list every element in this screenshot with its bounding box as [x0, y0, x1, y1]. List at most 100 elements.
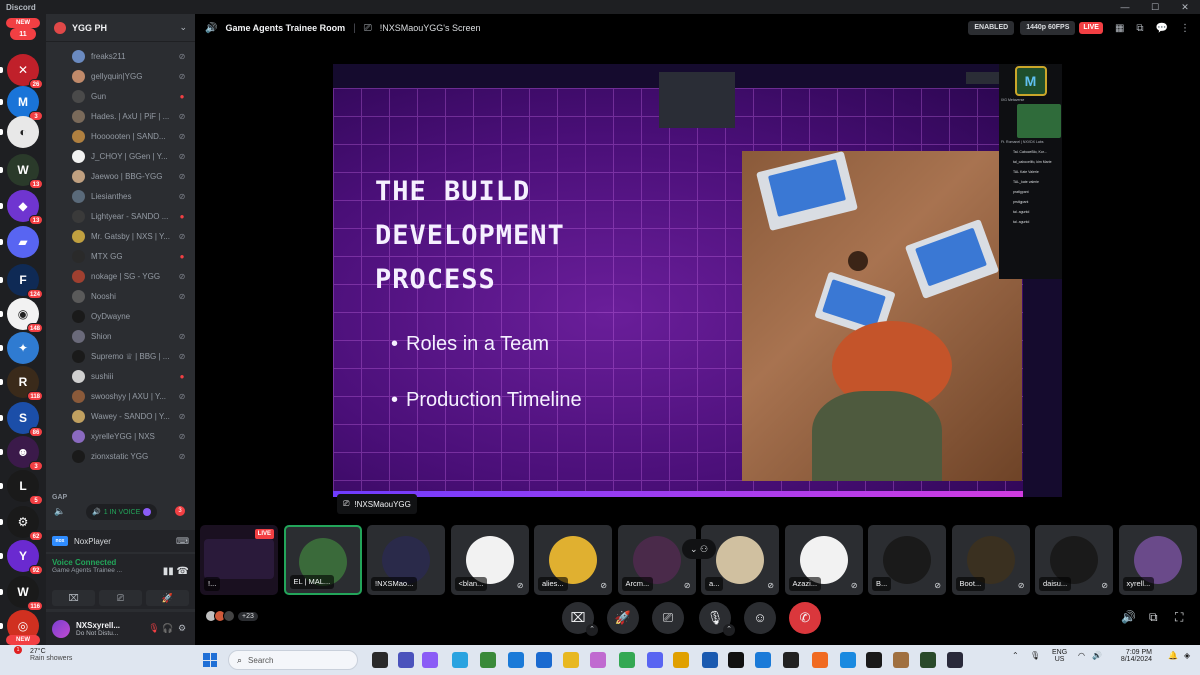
- language-indicator[interactable]: ENG US: [1052, 649, 1067, 663]
- mic-muted-icon[interactable]: 🎙: [147, 623, 161, 634]
- calculator-icon[interactable]: [755, 652, 771, 668]
- server-icon[interactable]: Y 92: [7, 540, 43, 575]
- in-voice-pill[interactable]: 🔊 1 IN VOICE: [86, 504, 158, 520]
- app-icon[interactable]: [590, 652, 606, 668]
- enabled-badge[interactable]: ENABLED: [968, 21, 1015, 35]
- server-icon[interactable]: ▰: [7, 226, 39, 258]
- server-icon[interactable]: S 86: [7, 402, 43, 437]
- server-icon[interactable]: W 116: [7, 576, 43, 611]
- start-button[interactable]: [203, 653, 217, 667]
- app-icon[interactable]: [893, 652, 909, 668]
- noxplayer-icon[interactable]: [866, 652, 882, 668]
- camera-off-button[interactable]: ⌧: [52, 590, 95, 606]
- volume-icon[interactable]: 🔊: [1121, 610, 1136, 624]
- voice-user[interactable]: Wawey - SANDO | Y... ⊘: [46, 406, 195, 426]
- activity-button[interactable]: 🚀: [146, 590, 189, 606]
- participant-tile[interactable]: a... ⊘: [701, 525, 779, 595]
- voice-user[interactable]: Gun ●: [46, 86, 195, 106]
- app-icon[interactable]: [920, 652, 936, 668]
- participant-tile[interactable]: B... ⊘: [868, 525, 946, 595]
- server-icon[interactable]: ◐: [7, 116, 39, 148]
- server-icon[interactable]: L5: [7, 470, 43, 505]
- server-header[interactable]: YGG PH ⌄: [46, 14, 195, 42]
- signal-icon[interactable]: ▮▮ ☎: [163, 566, 189, 577]
- participant-tile[interactable]: Boot... ⊘: [951, 525, 1030, 595]
- voice-user[interactable]: swooshyy | AXU | Y... ⊘: [46, 386, 195, 406]
- chevron-up-icon[interactable]: ⌃: [723, 624, 735, 636]
- participant-tile[interactable]: xyrell...: [1118, 525, 1197, 595]
- participant-tile[interactable]: daisu... ⊘: [1035, 525, 1113, 595]
- stream-view[interactable]: THE BUILD DEVELOPMENT PROCESS Roles in a…: [333, 64, 1062, 497]
- app-icon[interactable]: [783, 652, 799, 668]
- voice-user[interactable]: gellyquin|YGG ⊘: [46, 66, 195, 86]
- server-icon[interactable]: ✦: [7, 332, 39, 364]
- server-icon[interactable]: ◎ NEW: [6, 610, 40, 645]
- voice-user[interactable]: nokage | SG - YGG ⊘: [46, 266, 195, 286]
- epic-games-icon[interactable]: [728, 652, 744, 668]
- voice-user[interactable]: Liesianthes ⊘: [46, 186, 195, 206]
- participant-tile[interactable]: <blan... ⊘: [450, 525, 529, 595]
- controller-icon[interactable]: ⌨: [176, 536, 195, 547]
- popout-icon[interactable]: ⧉: [1149, 610, 1158, 625]
- gear-icon[interactable]: ⚙: [175, 623, 189, 634]
- server-icon[interactable]: F 124: [7, 264, 43, 299]
- weather-widget[interactable]: 1 27°C Rain showers: [8, 646, 72, 662]
- server-icon[interactable]: ◉ 148: [7, 298, 43, 333]
- volume-icon[interactable]: 🔊: [1092, 651, 1102, 660]
- teams-icon[interactable]: [398, 652, 414, 668]
- voice-user[interactable]: freaks211 ⊘: [46, 46, 195, 66]
- discord-icon[interactable]: [647, 652, 663, 668]
- screen-share-button[interactable]: ⎚: [99, 590, 142, 606]
- brave-icon[interactable]: [812, 652, 828, 668]
- voice-user[interactable]: sushiii ●: [46, 366, 195, 386]
- more-icon[interactable]: ⋮: [1180, 23, 1190, 34]
- app-icon[interactable]: [422, 652, 438, 668]
- wifi-icon[interactable]: ◠: [1078, 651, 1085, 660]
- app-icon[interactable]: [536, 652, 552, 668]
- category-gap[interactable]: GAP: [52, 494, 67, 501]
- server-icon[interactable]: ☻ 3: [7, 436, 43, 471]
- mail-icon[interactable]: [508, 652, 524, 668]
- expand-participants-button[interactable]: ⌄ ⚇: [682, 539, 716, 559]
- chat-icon[interactable]: 💬: [1156, 23, 1168, 34]
- server-icon[interactable]: ◆ 13: [7, 190, 43, 225]
- server-icon[interactable]: R 118: [7, 366, 43, 401]
- server-icon[interactable]: M3: [7, 86, 43, 121]
- mic-icon[interactable]: 🎙: [1030, 651, 1040, 660]
- voice-user[interactable]: J_CHOY | GGen | Y... ⊘: [46, 146, 195, 166]
- camera-off-button[interactable]: ⌧ ⌃: [562, 602, 598, 636]
- app-icon[interactable]: [947, 652, 963, 668]
- activity-button[interactable]: 🚀: [607, 602, 639, 634]
- chevron-up-icon[interactable]: ⌃: [1012, 651, 1019, 660]
- voice-user[interactable]: Mr. Gatsby | NXS | Y... ⊘: [46, 226, 195, 246]
- voice-user[interactable]: Hades. | AxU | PiF | ... ⊘: [46, 106, 195, 126]
- maximize-icon[interactable]: ☐: [1140, 2, 1170, 13]
- screen-share-button[interactable]: ⎚: [652, 602, 684, 634]
- voice-user[interactable]: MTX GG ●: [46, 246, 195, 266]
- clock[interactable]: 7:09 PM 8/14/2024: [1112, 649, 1152, 663]
- voice-user[interactable]: Lightyear - SANDO ... ●: [46, 206, 195, 226]
- voice-user[interactable]: xyrelleYGG | NXS ⊘: [46, 426, 195, 446]
- avatar[interactable]: [52, 619, 70, 638]
- close-icon[interactable]: ✕: [1170, 2, 1200, 13]
- participant-tile[interactable]: Arcm... ⊘: [617, 525, 696, 595]
- activity-bar[interactable]: nox NoxPlayer ⌨: [46, 530, 195, 552]
- voice-user[interactable]: Shion ⊘: [46, 326, 195, 346]
- app-icon[interactable]: [673, 652, 689, 668]
- task-view-icon[interactable]: [372, 652, 388, 668]
- file-explorer-icon[interactable]: [563, 652, 579, 668]
- participant-tile[interactable]: Azazi... ⊘: [784, 525, 863, 595]
- voice-user[interactable]: zionxstatic YGG ⊘: [46, 446, 195, 466]
- server-icon[interactable]: W 13: [7, 154, 43, 189]
- telegram-icon[interactable]: [452, 652, 468, 668]
- notification-icon[interactable]: 🔔: [1168, 651, 1178, 660]
- participant-avatars[interactable]: +23: [205, 610, 258, 622]
- voice-user[interactable]: OyDwayne: [46, 306, 195, 326]
- fullscreen-icon[interactable]: ⛶: [1175, 610, 1183, 625]
- chevron-down-icon[interactable]: ⌄: [179, 22, 187, 33]
- app-icon[interactable]: [840, 652, 856, 668]
- voice-user[interactable]: Jaewoo | BBG-YGG ⊘: [46, 166, 195, 186]
- server-icon[interactable]: ⚙ 62: [7, 506, 43, 541]
- participant-tile[interactable]: EL | MAL...: [283, 525, 362, 595]
- leave-call-button[interactable]: ✆: [789, 602, 821, 634]
